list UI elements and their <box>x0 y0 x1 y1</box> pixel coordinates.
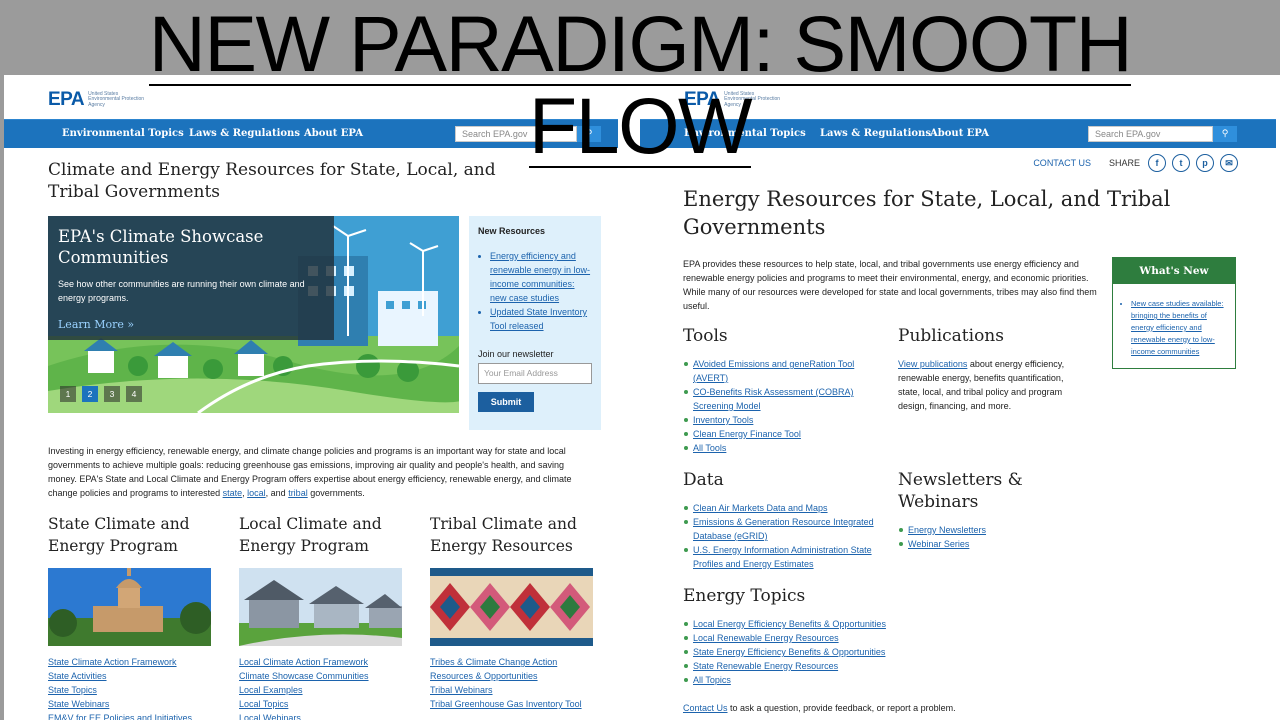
state-links: State Climate Action Framework State Act… <box>48 655 216 720</box>
list-item[interactable]: All Tools <box>684 441 883 455</box>
contact-footer-line: Contact Us to ask a question, provide fe… <box>683 703 956 713</box>
list-item[interactable]: AVoided Emissions and geneRation Tool (A… <box>684 357 883 385</box>
section-heading: Tools <box>683 326 728 346</box>
list-item[interactable]: Inventory Tools <box>684 413 883 427</box>
list-item[interactable]: EM&V for EE Policies and Initiatives <box>48 711 216 720</box>
list-item[interactable]: Local Webinars <box>239 711 407 720</box>
whats-new-list: New case studies available: bringing the… <box>1113 284 1235 358</box>
submit-button[interactable]: Submit <box>478 392 534 412</box>
newsletter-label: Join our newsletter <box>478 349 554 359</box>
list-item[interactable]: Resources & Opportunities <box>430 669 598 683</box>
carousel-dot-4[interactable]: 4 <box>126 386 142 402</box>
state-link[interactable]: state <box>223 488 243 498</box>
slide-title-line-1: NEW PARADIGM: SMOOTH <box>148 0 1133 88</box>
list-item[interactable]: Local Climate Action Framework <box>239 655 407 669</box>
whats-new-box: What's New New case studies available: b… <box>1112 257 1236 369</box>
hero-carousel[interactable]: EPA's Climate Showcase Communities See h… <box>48 216 459 413</box>
state-capitol-photo <box>48 568 211 646</box>
right-page-screenshot: EPA United States Environmental Protecti… <box>640 75 1276 720</box>
list-item[interactable]: CO-Benefits Risk Assessment (COBRA) Scre… <box>684 385 883 413</box>
new-resources-box: New Resources Energy efficiency and rene… <box>469 216 601 430</box>
page-title: Energy Resources for State, Local, and T… <box>683 187 1171 239</box>
section-heading: Newsletters & Webinars <box>898 470 1023 512</box>
tribal-pattern-photo <box>430 568 593 646</box>
list-item[interactable]: New case studies available: bringing the… <box>1131 298 1227 358</box>
list-item[interactable]: Tribal Webinars <box>430 683 598 697</box>
data-section: Data Clean Air Markets Data and Maps Emi… <box>683 469 883 571</box>
list-item[interactable]: Local Energy Efficiency Benefits & Oppor… <box>684 617 903 631</box>
view-publications-link[interactable]: View publications <box>898 359 967 369</box>
new-resources-heading: New Resources <box>478 226 546 236</box>
list-item[interactable]: Local Renewable Energy Resources <box>684 631 903 645</box>
energy-topics-section: Energy Topics Local Energy Efficiency Be… <box>683 585 903 687</box>
hero-text: See how other communities are running th… <box>58 279 305 303</box>
list-item[interactable]: Emissions & Generation Resource Integrat… <box>684 515 883 543</box>
list-item[interactable]: State Renewable Energy Resources <box>684 659 903 673</box>
tribal-resources-column: Tribal Climate and Energy Resources Trib… <box>430 513 598 711</box>
local-link[interactable]: local <box>247 488 266 498</box>
list-item[interactable]: State Activities <box>48 669 216 683</box>
list-item[interactable]: Updated State Inventory Tool released <box>490 305 592 333</box>
local-houses-photo <box>239 568 402 646</box>
newsletters-section: Newsletters & Webinars Energy Newsletter… <box>898 469 1048 551</box>
list-item[interactable]: U.S. Energy Information Administration S… <box>684 543 883 571</box>
state-program-column: State Climate and Energy Program State C… <box>48 513 216 720</box>
tools-section: Tools AVoided Emissions and geneRation T… <box>683 325 883 455</box>
intro-paragraph: EPA provides these resources to help sta… <box>683 259 1097 311</box>
carousel-pager: 1 2 3 4 <box>60 386 142 402</box>
tribal-links: Tribes & Climate Change Action Resources… <box>430 655 598 711</box>
list-item[interactable]: Webinar Series <box>899 537 1048 551</box>
publications-text: View publications about energy efficienc… <box>898 359 1065 411</box>
publications-section: Publications View publications about ene… <box>898 325 1073 413</box>
list-item[interactable]: State Climate Action Framework <box>48 655 216 669</box>
tribal-link[interactable]: tribal <box>288 488 308 498</box>
section-heading: Publications <box>898 326 1004 346</box>
column-title[interactable]: State Climate and Energy Program <box>48 513 216 565</box>
section-heading: Energy Topics <box>683 586 806 606</box>
hero-caption: EPA's Climate Showcase Communities See h… <box>48 216 334 340</box>
carousel-dot-3[interactable]: 3 <box>104 386 120 402</box>
new-resources-list: Energy efficiency and renewable energy i… <box>478 249 592 333</box>
whats-new-heading: What's New <box>1113 258 1235 284</box>
left-page-screenshot: EPA United States Environmental Protecti… <box>4 75 618 720</box>
section-heading: Data <box>683 470 724 490</box>
list-item[interactable]: All Topics <box>684 673 903 687</box>
hero-title: EPA's Climate Showcase Communities <box>58 227 264 267</box>
local-program-column: Local Climate and Energy Program Local C… <box>239 513 407 720</box>
slide-title-line-2: FLOW <box>528 81 753 170</box>
hero-learn-more-link[interactable]: Learn More » <box>58 318 324 331</box>
intro-paragraph: Investing in energy efficiency, renewabl… <box>48 446 572 498</box>
list-item[interactable]: Clean Air Markets Data and Maps <box>684 501 883 515</box>
list-item[interactable]: Local Topics <box>239 697 407 711</box>
local-links: Local Climate Action Framework Climate S… <box>239 655 407 720</box>
carousel-dot-2[interactable]: 2 <box>82 386 98 402</box>
list-item[interactable]: Tribal Greenhouse Gas Inventory Tool <box>430 697 598 711</box>
list-item[interactable]: Clean Energy Finance Tool <box>684 427 883 441</box>
email-field[interactable]: Your Email Address <box>478 363 592 384</box>
contact-us-link[interactable]: Contact Us <box>683 703 728 713</box>
column-title[interactable]: Tribal Climate and Energy Resources <box>430 513 598 565</box>
carousel-dot-1[interactable]: 1 <box>60 386 76 402</box>
list-item[interactable]: State Webinars <box>48 697 216 711</box>
list-item[interactable]: Local Examples <box>239 683 407 697</box>
list-item[interactable]: Tribes & Climate Change Action <box>430 655 598 669</box>
slide-title: NEW PARADIGM: SMOOTH FLOW <box>0 4 1280 168</box>
list-item[interactable]: State Topics <box>48 683 216 697</box>
list-item[interactable]: State Energy Efficiency Benefits & Oppor… <box>684 645 903 659</box>
list-item[interactable]: Energy Newsletters <box>899 523 1048 537</box>
column-title[interactable]: Local Climate and Energy Program <box>239 513 407 565</box>
list-item[interactable]: Energy efficiency and renewable energy i… <box>490 249 592 305</box>
list-item[interactable]: Climate Showcase Communities <box>239 669 407 683</box>
